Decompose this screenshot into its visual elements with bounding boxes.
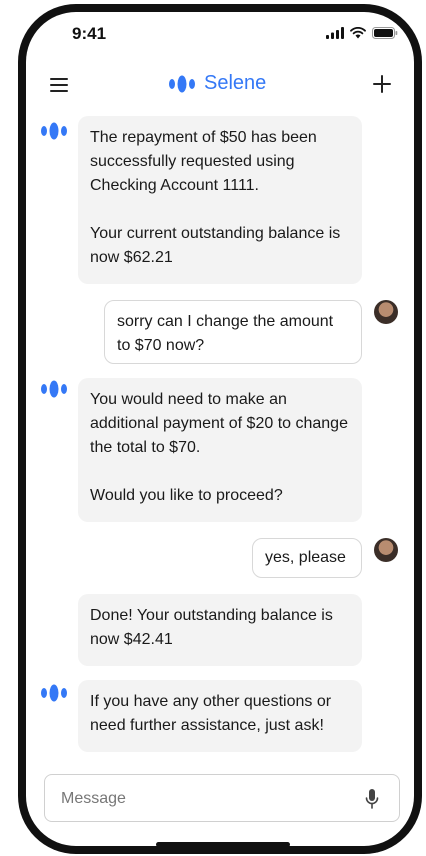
- bot-message: The repayment of $50 has been successful…: [78, 116, 362, 284]
- message-composer: [44, 774, 400, 822]
- bot-message: If you have any other questions or need …: [78, 680, 362, 752]
- plus-icon[interactable]: [372, 74, 392, 94]
- user-avatar: [374, 300, 398, 324]
- home-indicator: [156, 842, 290, 847]
- selene-logo-icon: [169, 75, 195, 92]
- message-text: yes, please: [265, 549, 346, 566]
- user-message: sorry can I change the amount to $70 now…: [104, 300, 362, 364]
- battery-icon: [372, 27, 398, 39]
- bot-message: Done! Your outstanding balance is now $4…: [78, 594, 362, 666]
- microphone-icon[interactable]: [365, 788, 379, 810]
- status-time: 9:41: [72, 24, 107, 43]
- message-text: The repayment of $50 has been successful…: [90, 129, 317, 194]
- message-text: Done! Your outstanding balance is now $4…: [90, 607, 333, 648]
- wifi-icon: [350, 27, 366, 39]
- hamburger-menu-icon[interactable]: [50, 78, 68, 92]
- message-text: sorry can I change the amount to $70 now…: [117, 313, 334, 354]
- app-name: Selene: [204, 72, 267, 94]
- user-message: yes, please: [252, 538, 362, 578]
- signal-icon: [326, 27, 344, 39]
- bot-avatar-icon: [41, 684, 67, 702]
- user-avatar: [374, 538, 398, 562]
- message-text: Your current outstanding balance is now …: [90, 225, 341, 266]
- message-input[interactable]: [61, 787, 351, 811]
- message-text: You would need to make an additional pay…: [90, 391, 348, 456]
- bot-avatar-icon: [41, 380, 67, 398]
- app-header-title: Selene: [168, 72, 266, 95]
- status-icons: [326, 27, 398, 39]
- bot-message: You would need to make an additional pay…: [78, 378, 362, 522]
- message-text: Would you like to proceed?: [90, 487, 283, 504]
- message-text: If you have any other questions or need …: [90, 693, 332, 734]
- bot-avatar-icon: [41, 122, 67, 140]
